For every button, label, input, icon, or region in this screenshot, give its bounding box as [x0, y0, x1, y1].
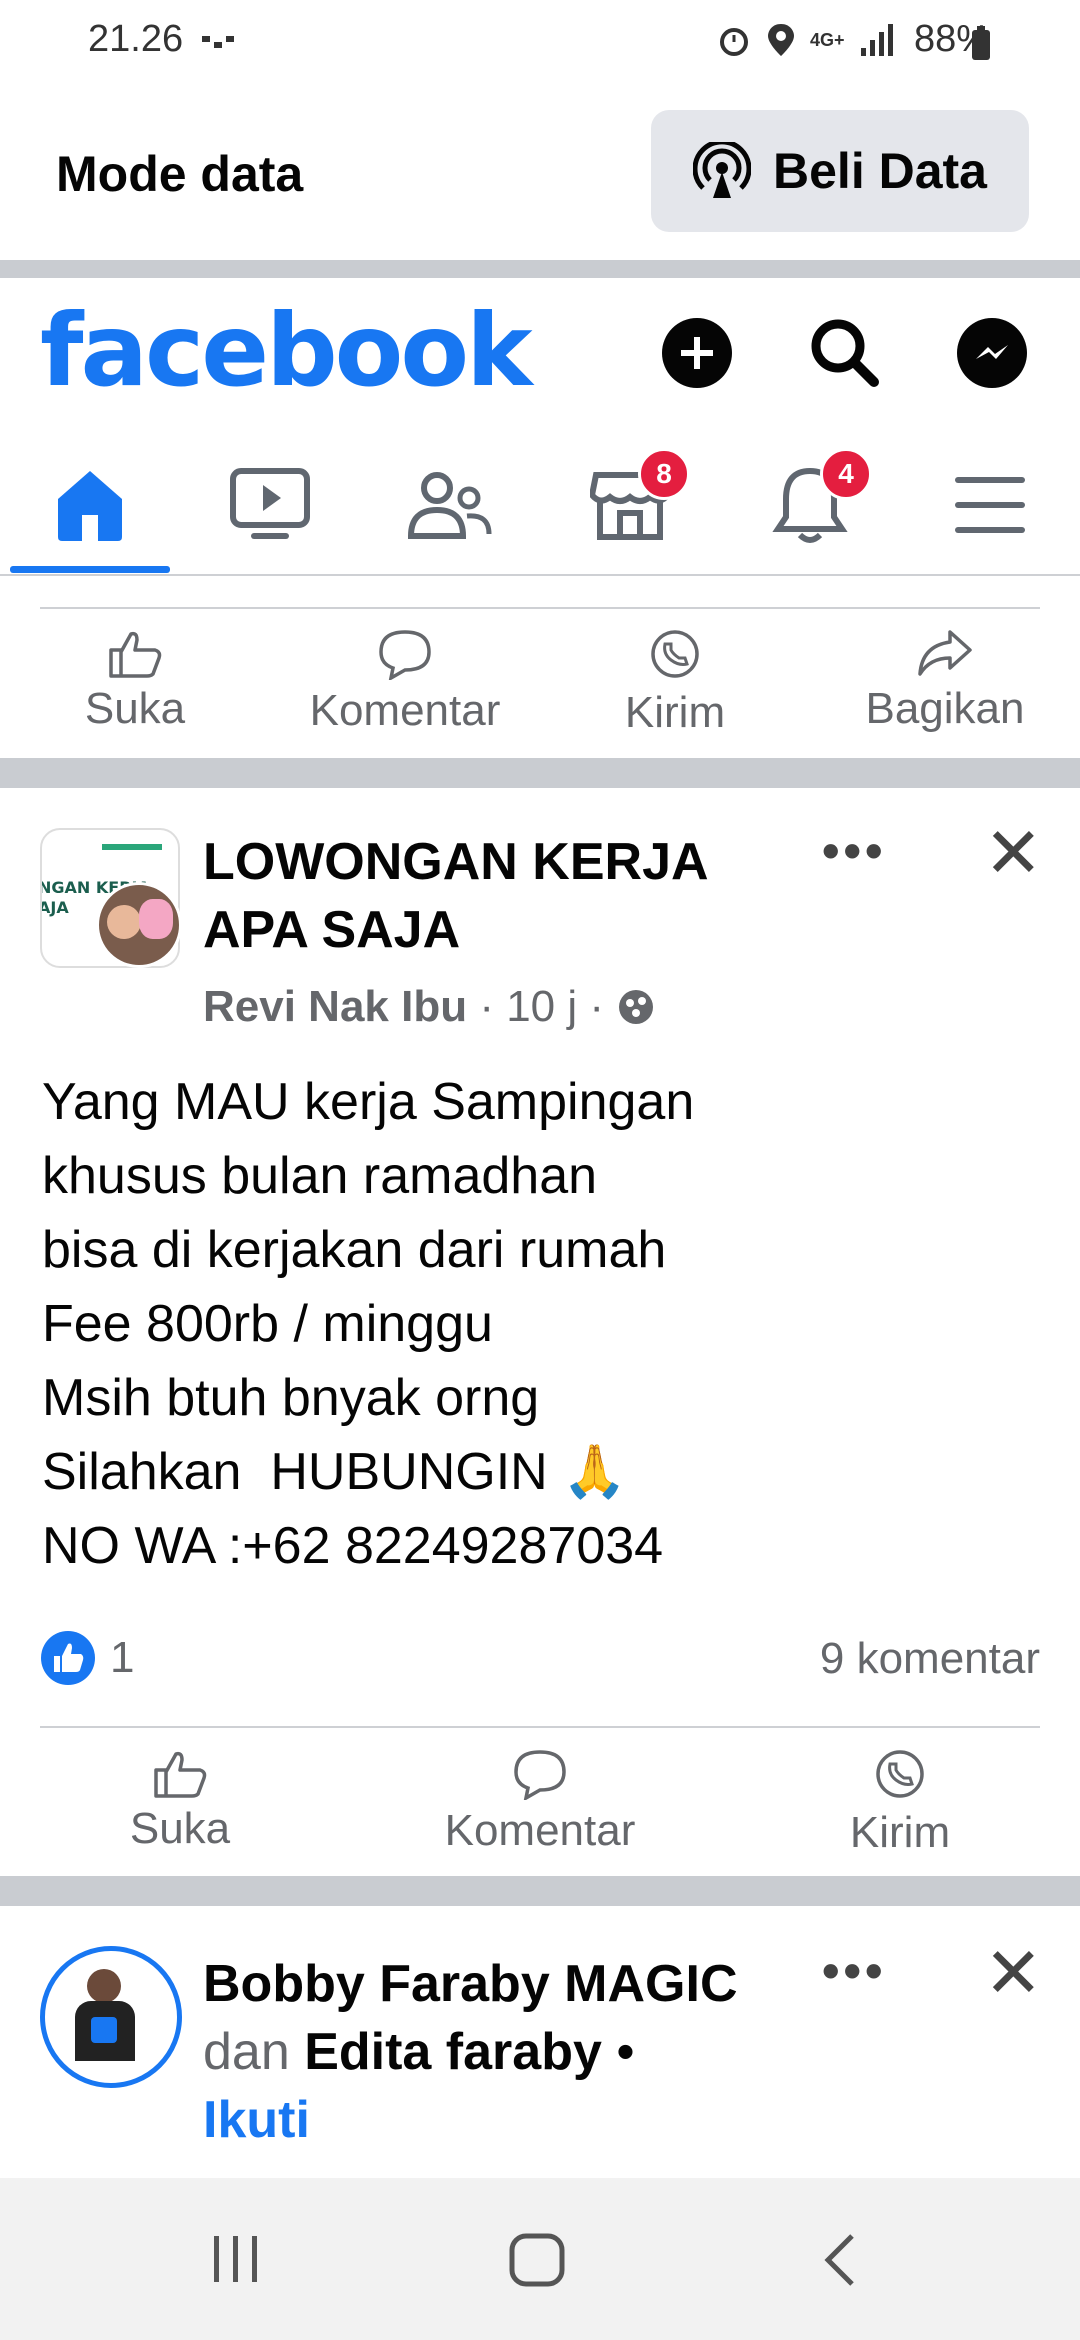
search-button[interactable]	[808, 316, 882, 395]
data-mode-bar: Mode data Beli Data	[0, 90, 1080, 260]
section-gap	[0, 1876, 1080, 1906]
post-time: · 10 j ·	[467, 982, 617, 1031]
divider	[40, 607, 1040, 609]
home-nav-button[interactable]	[508, 2232, 568, 2293]
buy-data-button[interactable]: Beli Data	[651, 110, 1029, 232]
more-options-button[interactable]: •••	[822, 822, 887, 880]
divider	[40, 1726, 1040, 1728]
post-line: bisa di kerjakan dari rumah	[42, 1221, 667, 1279]
location-icon	[768, 24, 794, 56]
close-button[interactable]: ✕	[984, 1938, 1043, 2008]
share-button[interactable]: Bagikan	[855, 628, 1035, 734]
home-nav-icon	[509, 2233, 565, 2287]
post-line: Fee 800rb / minggu	[42, 1295, 493, 1353]
recent-apps-icon	[214, 2236, 257, 2282]
back-icon	[824, 2234, 854, 2286]
comment-count[interactable]: 9 komentar	[820, 1634, 1040, 1684]
more-options-button[interactable]: •••	[822, 1942, 887, 2000]
notifications-badge: 4	[820, 448, 872, 500]
tab-home[interactable]	[0, 440, 180, 570]
buy-data-label: Beli Data	[773, 143, 987, 199]
facebook-logo[interactable]: facebook	[40, 292, 533, 409]
post-meta: Revi Nak Ibu · 10 j ·	[203, 982, 656, 1032]
group-name-line1[interactable]: LOWONGAN KERJA	[203, 828, 709, 896]
network-label: 4G+	[810, 29, 845, 50]
share-icon	[918, 630, 972, 676]
tab-video[interactable]	[180, 440, 360, 570]
nav-divider	[0, 574, 1080, 576]
messenger-button[interactable]	[957, 318, 1027, 388]
data-icon	[693, 142, 752, 198]
data-mode-label: Mode data	[56, 146, 304, 202]
avatar-face	[107, 905, 141, 939]
recent-apps-button[interactable]	[210, 2232, 262, 2291]
section-gap	[0, 758, 1080, 788]
signal-icon	[860, 24, 893, 56]
post-body: Yang MAU kerja Sampingan khusus bulan ra…	[42, 1065, 1042, 1583]
next-post-coauthors: dan Edita faraby •	[203, 2023, 635, 2081]
tab-menu[interactable]	[900, 440, 1080, 570]
status-icons: 4G+	[716, 22, 895, 58]
post-actions: Suka Komentar Kirim	[0, 1748, 1080, 1866]
send-button[interactable]: Kirim	[600, 628, 750, 738]
comment-button[interactable]: Komentar	[420, 1748, 660, 1856]
status-bar: 21.26 4G+ 88%	[0, 0, 1080, 90]
post-line: khusus bulan ramadhan	[42, 1147, 598, 1205]
avatar-face	[87, 1969, 121, 2003]
create-button[interactable]	[662, 318, 732, 388]
follow-button[interactable]: Ikuti	[203, 2086, 310, 2154]
section-gap	[0, 260, 1080, 278]
notification-icon	[200, 32, 240, 59]
back-button[interactable]	[820, 2232, 860, 2293]
next-post-author[interactable]: Bobby Faraby MAGIC	[203, 1950, 738, 2018]
whatsapp-icon	[876, 1750, 924, 1798]
friends-icon	[407, 472, 492, 539]
like-button[interactable]: Suka	[105, 1748, 255, 1854]
status-time: 21.26	[88, 18, 184, 60]
video-icon	[230, 468, 310, 539]
system-navigation-bar	[0, 2178, 1080, 2340]
active-tab-indicator	[10, 566, 170, 573]
post-line: Yang MAU kerja Sampingan	[42, 1073, 695, 1131]
tab-notifications[interactable]: 4	[720, 440, 900, 570]
like-button[interactable]: Suka	[60, 628, 210, 734]
close-button[interactable]: ✕	[984, 818, 1043, 888]
post-line: Msih btuh bnyak orng	[42, 1369, 540, 1427]
like-count: 1	[110, 1633, 135, 1682]
like-icon	[154, 1751, 207, 1798]
comment-icon	[514, 1750, 566, 1800]
avatar-face	[139, 899, 173, 939]
tab-friends[interactable]	[360, 440, 540, 570]
group-name-line2[interactable]: APA SAJA	[203, 896, 460, 964]
search-icon	[811, 319, 879, 387]
whatsapp-icon	[651, 630, 699, 678]
comment-button[interactable]: Komentar	[285, 628, 525, 736]
next-post-avatar[interactable]	[40, 1946, 182, 2088]
post-line: Silahkan HUBUNGIN 🙏	[42, 1443, 627, 1501]
author-name[interactable]: Revi Nak Ibu	[203, 982, 467, 1032]
comment-icon	[379, 630, 431, 680]
like-icon	[109, 631, 162, 678]
post-line: NO WA :+62 82249287034	[42, 1517, 664, 1575]
battery-icon	[970, 26, 992, 67]
thumb-stripe	[102, 844, 162, 850]
tab-marketplace[interactable]: 8	[540, 440, 720, 570]
marketplace-badge: 8	[638, 448, 690, 500]
alarm-icon	[720, 28, 748, 56]
menu-icon	[955, 477, 1025, 533]
like-reaction-icon	[41, 1631, 95, 1685]
previous-post-actions: Suka Komentar Kirim Bagikan	[0, 628, 1080, 746]
plus-icon	[681, 337, 713, 369]
reactions-summary[interactable]: 1	[40, 1630, 134, 1686]
send-button[interactable]: Kirim	[825, 1748, 975, 1858]
facebook-badge-icon	[91, 2017, 117, 2043]
coauthor-name[interactable]: Edita faraby	[304, 2023, 602, 2081]
author-avatar[interactable]	[96, 882, 182, 968]
messenger-icon	[976, 345, 1008, 359]
home-icon	[58, 471, 122, 541]
globe-icon	[619, 990, 654, 1024]
